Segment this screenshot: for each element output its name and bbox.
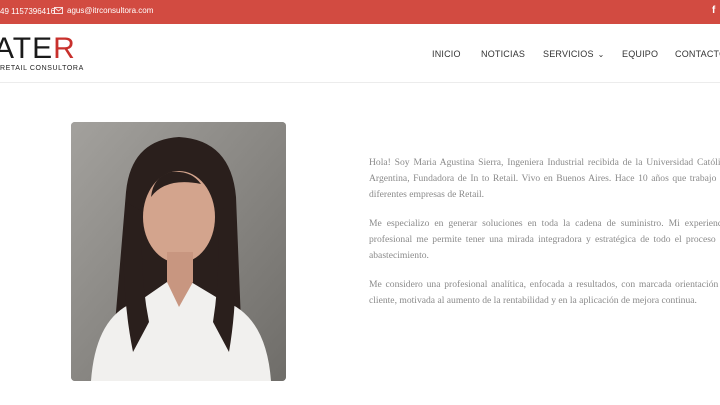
nav-item-equipo[interactable]: EQUIPO (622, 49, 658, 59)
about-text: Hola! Soy Maria Agustina Sierra, Ingenie… (369, 155, 720, 322)
site-header: ATE R RETAIL CONSULTORA INICIO NOTICIAS S… (0, 24, 720, 83)
logo[interactable]: ATE R RETAIL CONSULTORA (0, 34, 84, 73)
logo-mark-right: R (53, 32, 76, 65)
envelope-icon (54, 7, 63, 14)
facebook-icon[interactable]: f (712, 5, 715, 16)
logo-mark-left: ATE (0, 32, 54, 65)
nav-item-inicio[interactable]: INICIO (432, 49, 461, 59)
nav-item-contacto[interactable]: CONTACTO (675, 49, 720, 59)
nav-item-noticias[interactable]: NOTICIAS (481, 49, 525, 59)
profile-photo (71, 122, 286, 381)
about-paragraph-2: Me especializo en generar soluciones en … (369, 218, 720, 261)
nav-item-servicios-label: SERVICIOS (543, 49, 594, 59)
email-contact[interactable]: agus@itrconsultora.com (54, 6, 153, 15)
about-paragraph-1: Hola! Soy Maria Agustina Sierra, Ingenie… (369, 157, 720, 200)
about-paragraph-3: Me considero una profesional analítica, … (369, 279, 720, 306)
chevron-down-icon: ⌄ (597, 50, 605, 59)
nav-item-servicios[interactable]: SERVICIOS ⌄ (543, 49, 605, 59)
phone-number[interactable]: 49 1157396416 (0, 7, 55, 16)
top-bar: 49 1157396416 agus@itrconsultora.com f (0, 0, 720, 24)
logo-subtitle: RETAIL CONSULTORA (0, 65, 84, 72)
email-text: agus@itrconsultora.com (67, 6, 154, 15)
logo-mark: ATE R (0, 34, 84, 64)
